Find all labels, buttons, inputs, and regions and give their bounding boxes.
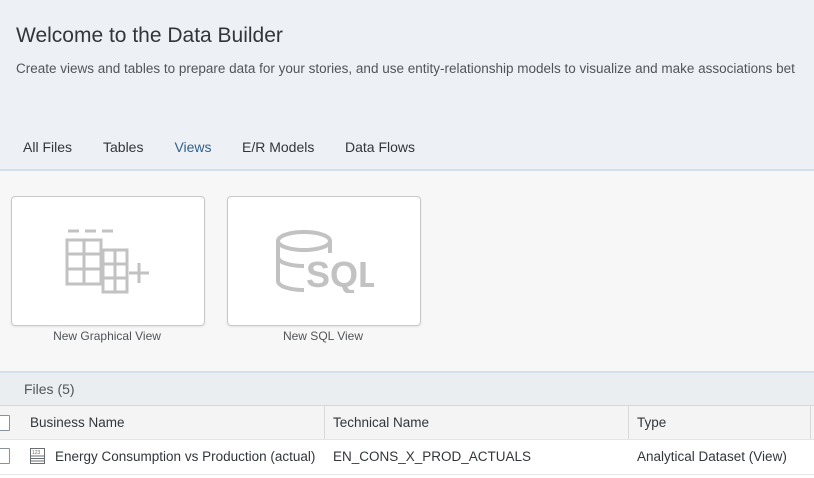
files-section: Files (5) Business Name Technical Name T… <box>0 371 814 478</box>
column-business-name[interactable]: Business Name <box>22 406 325 439</box>
technical-name-cell: EN_CONS_X_PROD_ACTUALS <box>333 449 532 464</box>
type-cell: Analytical Dataset (View) <box>637 449 787 464</box>
graphical-view-add-icon <box>65 229 149 294</box>
sql-icon-text: SQL <box>306 254 374 293</box>
files-table: Business Name Technical Name Type 123 En… <box>0 405 814 478</box>
page-title: Welcome to the Data Builder <box>16 24 283 47</box>
table-row[interactable]: 123 Energy Consumption vs Production (ac… <box>0 440 814 475</box>
column-technical-name[interactable]: Technical Name <box>325 406 629 439</box>
tab-bar: All Files Tables Views E/R Models Data F… <box>0 128 814 171</box>
header-divider <box>0 169 814 171</box>
dataset-icon-text: 123 <box>32 450 41 456</box>
tab-tables[interactable]: Tables <box>103 128 143 170</box>
new-graphical-view-label: New Graphical View <box>53 329 161 343</box>
tab-views[interactable]: Views <box>172 128 214 171</box>
tab-er-models[interactable]: E/R Models <box>242 128 314 170</box>
table-header: Business Name Technical Name Type <box>0 406 814 440</box>
tab-all-files[interactable]: All Files <box>23 128 72 170</box>
welcome-header: Welcome to the Data Builder Create views… <box>0 0 814 171</box>
select-all-checkbox[interactable] <box>0 415 10 431</box>
new-sql-view-tile[interactable]: SQL <box>227 196 421 326</box>
files-header: Files (5) <box>0 373 814 405</box>
analytical-dataset-icon: 123 <box>30 448 45 464</box>
column-type[interactable]: Type <box>629 406 811 439</box>
page-subtitle: Create views and tables to prepare data … <box>16 61 795 76</box>
business-name-cell[interactable]: Energy Consumption vs Production (actual… <box>47 440 315 474</box>
new-graphical-view-tile[interactable] <box>11 196 205 326</box>
files-title: Files (5) <box>24 381 75 397</box>
sql-view-icon: SQL <box>276 230 374 293</box>
new-sql-view-label: New SQL View <box>282 329 364 343</box>
tab-data-flows[interactable]: Data Flows <box>345 128 415 170</box>
row-checkbox[interactable] <box>0 448 10 464</box>
